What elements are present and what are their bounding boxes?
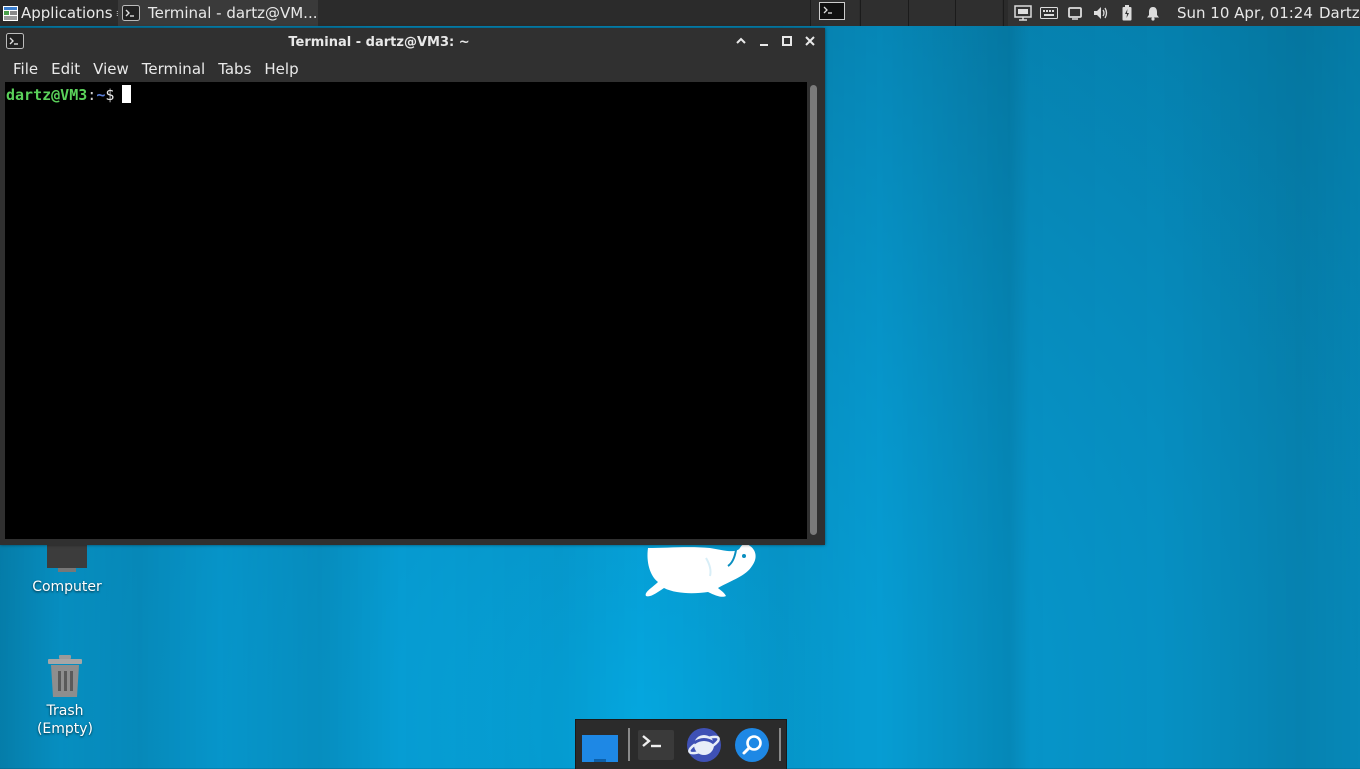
prompt-separator: : <box>87 86 97 104</box>
dock-app-finder[interactable] <box>733 726 771 764</box>
scrollbar[interactable] <box>807 82 821 539</box>
prompt-path: ~ <box>96 86 106 104</box>
menu-tabs[interactable]: Tabs <box>212 60 257 78</box>
menu-view[interactable]: View <box>87 60 135 78</box>
shade-window-button[interactable] <box>734 34 748 48</box>
dock-separator <box>779 728 781 761</box>
workspace-4[interactable] <box>956 0 1002 26</box>
applications-menu-label: Applications <box>21 4 113 22</box>
menu-terminal[interactable]: Terminal <box>136 60 211 78</box>
workspace-switcher[interactable] <box>811 0 859 26</box>
prompt-symbol: $ <box>105 86 115 104</box>
terminal-icon <box>122 5 140 21</box>
notification-bell-icon[interactable] <box>1142 0 1164 26</box>
maximize-button[interactable] <box>780 34 794 48</box>
taskbar-terminal-button[interactable]: Terminal - dartz@VM... <box>118 0 318 26</box>
text-cursor <box>122 85 132 103</box>
trash-icon <box>48 655 82 697</box>
web-browser-icon <box>687 728 721 762</box>
clock[interactable]: Sun 10 Apr, 01:24 <box>1177 4 1313 22</box>
menu-file[interactable]: File <box>7 60 44 78</box>
trash-status: (Empty) <box>36 721 94 737</box>
display-icon[interactable] <box>1064 0 1086 26</box>
workspace-2[interactable] <box>861 0 908 26</box>
dock-web-browser[interactable] <box>685 726 723 764</box>
keyboard-icon[interactable] <box>1038 0 1060 26</box>
volume-icon[interactable] <box>1090 0 1112 26</box>
terminal-icon <box>638 730 674 760</box>
window-titlebar[interactable]: Terminal - dartz@VM3: ~ <box>0 28 825 56</box>
xfce-mouse-logo <box>645 543 756 597</box>
search-icon <box>735 728 769 762</box>
dock-show-desktop[interactable] <box>580 726 618 764</box>
applications-menu[interactable]: Applications ≡ <box>0 0 125 26</box>
prompt-user-host: dartz@VM3 <box>6 86 88 104</box>
computer-icon <box>47 540 87 572</box>
shell-prompt: dartz@VM3:~$ <box>6 85 132 104</box>
close-button[interactable] <box>803 34 817 48</box>
menu-edit[interactable]: Edit <box>45 60 86 78</box>
user-menu[interactable]: Dartz <box>1319 4 1360 22</box>
terminal-window[interactable]: Terminal - dartz@VM3: ~ File Edit View T… <box>0 28 825 545</box>
menu-help[interactable]: Help <box>258 60 304 78</box>
dock-separator <box>628 728 630 761</box>
battery-icon[interactable] <box>1116 0 1138 26</box>
file-manager-icon <box>582 735 618 762</box>
minimize-button[interactable] <box>757 34 771 48</box>
applications-menu-icon <box>3 5 18 21</box>
terminal-icon <box>819 2 845 20</box>
terminal-area[interactable]: dartz@VM3:~$ <box>5 82 807 539</box>
dock-terminal[interactable] <box>637 726 675 764</box>
taskbar-terminal-label: Terminal - dartz@VM... <box>148 4 318 22</box>
computer-label: Computer <box>32 579 102 595</box>
desktop-trash[interactable]: Trash (Empty) <box>20 654 110 738</box>
window-title: Terminal - dartz@VM3: ~ <box>288 35 470 50</box>
dock <box>575 719 787 769</box>
scrollbar-thumb[interactable] <box>810 85 817 535</box>
menu-bar: File Edit View Terminal Tabs Help <box>0 56 825 82</box>
workspace-3[interactable] <box>909 0 955 26</box>
trash-label: Trash <box>46 703 84 719</box>
panel-separator <box>1003 0 1004 26</box>
desktop-computer[interactable]: Computer <box>22 540 112 596</box>
top-panel: Applications ≡ Terminal - dartz@VM... <box>0 0 1360 26</box>
network-icon[interactable] <box>1012 0 1034 26</box>
